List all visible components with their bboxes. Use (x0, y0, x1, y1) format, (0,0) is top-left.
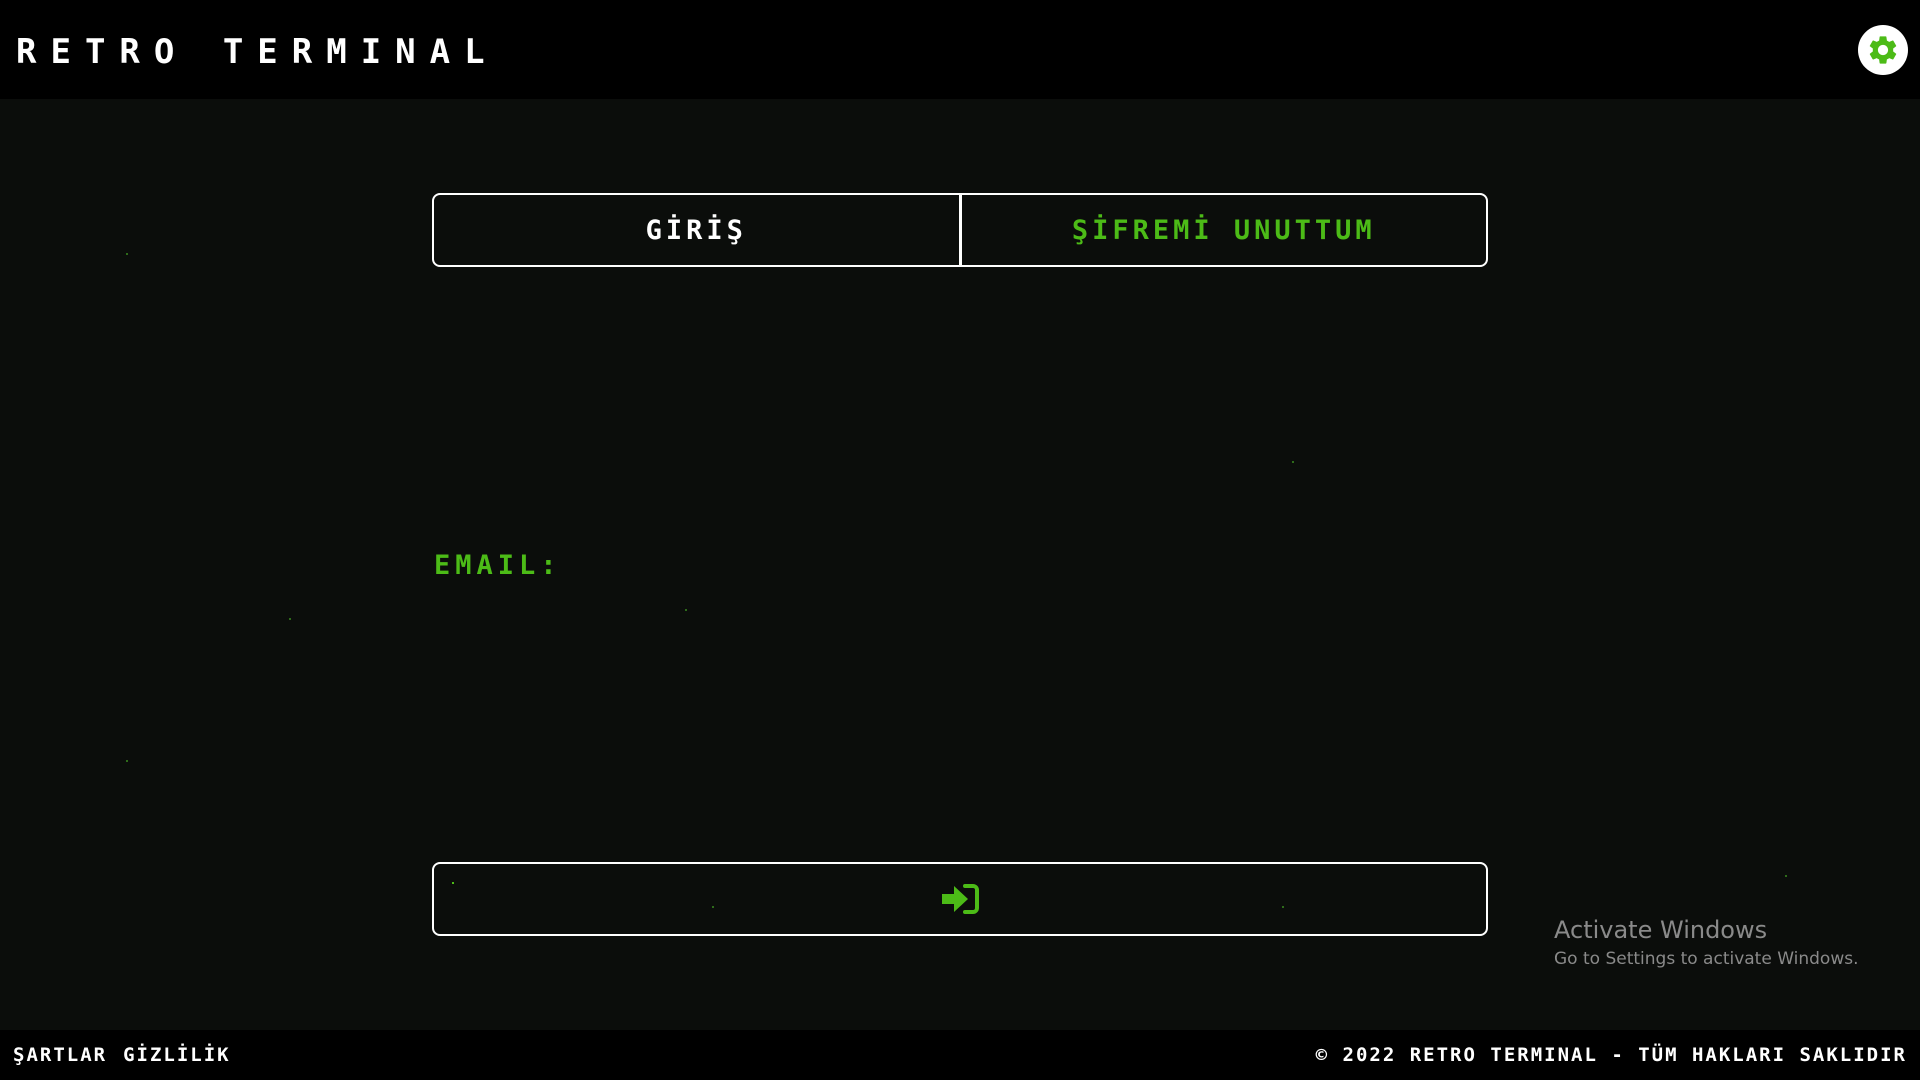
app-title: RETRO TERMINAL (16, 32, 499, 72)
star-dot (126, 760, 128, 762)
footer-bar: ŞARTLAR GİZLİLİK © 2022 RETRO TERMINAL -… (0, 1030, 1920, 1080)
login-submit-button[interactable] (432, 862, 1488, 936)
settings-button[interactable] (1858, 25, 1908, 75)
privacy-link[interactable]: GİZLİLİK (123, 1044, 231, 1066)
copyright-text: © 2022 RETRO TERMINAL - TÜM HAKLARI SAKL… (1315, 1044, 1907, 1066)
tab-forgot-password[interactable]: ŞİFREMİ UNUTTUM (962, 195, 1487, 265)
star-dot (1292, 461, 1294, 463)
watermark-subtitle: Go to Settings to activate Windows. (1554, 949, 1859, 969)
auth-tabs: GİRİŞ ŞİFREMİ UNUTTUM (432, 193, 1488, 267)
email-label: EMAIL: (434, 550, 562, 581)
star-dot (126, 253, 128, 255)
tab-login[interactable]: GİRİŞ (434, 195, 962, 265)
footer-links: ŞARTLAR GİZLİLİK (13, 1044, 231, 1066)
windows-activation-watermark: Activate Windows Go to Settings to activ… (1554, 914, 1859, 972)
page: RETRO TERMINAL GİRİŞ ŞİFREMİ UNUTTUM EMA… (0, 0, 1920, 1080)
star-dot (1785, 875, 1787, 877)
watermark-title: Activate Windows (1554, 916, 1768, 944)
terms-link[interactable]: ŞARTLAR (13, 1044, 107, 1066)
header-bar: RETRO TERMINAL (0, 0, 1920, 99)
sign-in-arrow-icon (942, 884, 979, 914)
email-field[interactable] (432, 600, 1492, 662)
gear-icon (1869, 36, 1897, 64)
star-dot (289, 618, 291, 620)
